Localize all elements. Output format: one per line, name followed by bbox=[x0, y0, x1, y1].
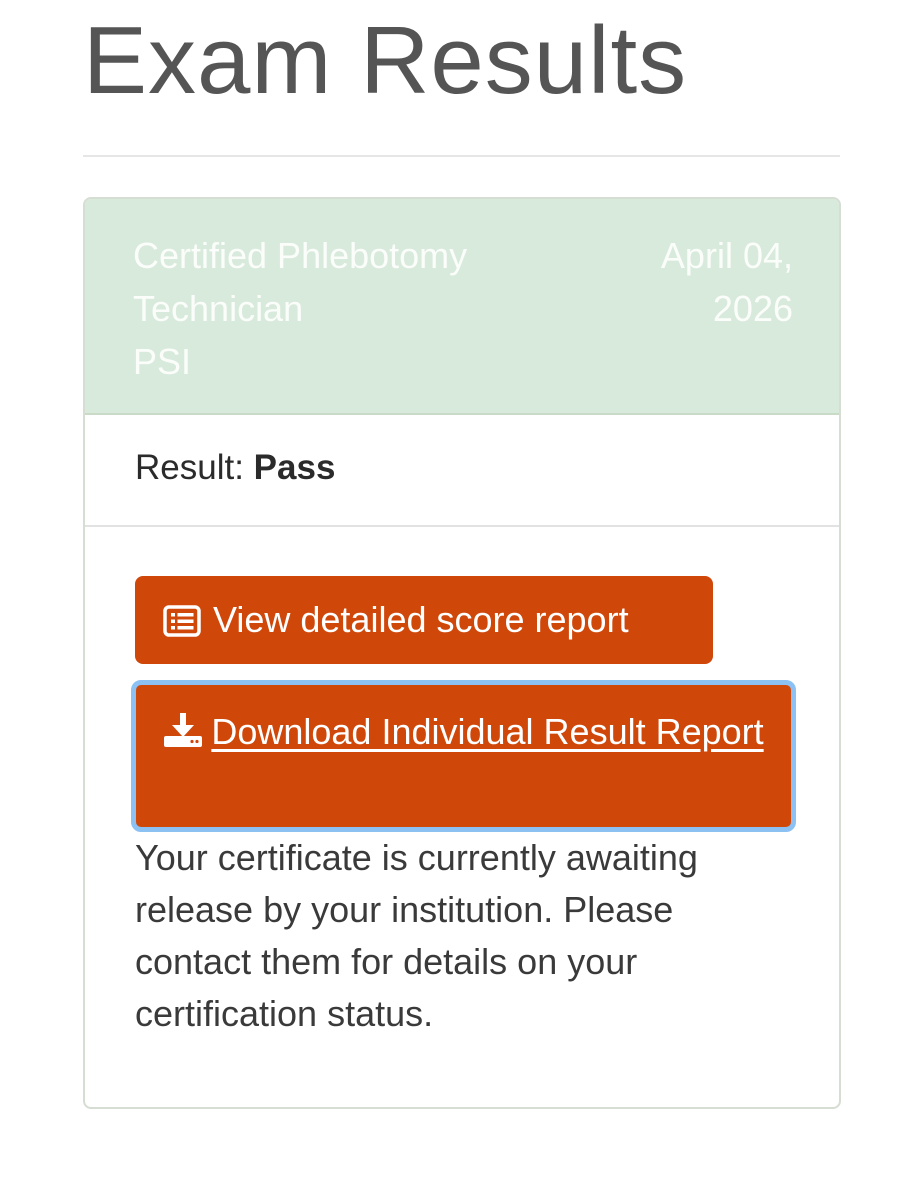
download-result-report-button[interactable]: Download Individual Result Report bbox=[131, 680, 796, 832]
certificate-status-message: Your certificate is currently awaiting r… bbox=[135, 837, 698, 1034]
result-row: Result: Pass bbox=[85, 415, 839, 527]
exam-provider: PSI bbox=[133, 341, 192, 382]
download-icon bbox=[163, 707, 203, 747]
title-divider bbox=[83, 155, 840, 157]
result-label: Result: bbox=[135, 448, 244, 487]
exam-results-page: Exam Results Certified Phlebotomy Techni… bbox=[0, 0, 923, 1200]
view-score-report-button[interactable]: View detailed score report bbox=[135, 576, 713, 664]
exam-name: Certified Phlebotomy Technician bbox=[133, 235, 468, 329]
list-alt-icon bbox=[163, 604, 201, 637]
result-text: Result: Pass bbox=[135, 448, 335, 488]
page-title: Exam Results bbox=[83, 7, 688, 114]
view-score-report-label: View detailed score report bbox=[213, 599, 629, 640]
download-result-report-link[interactable]: Download Individual Result Report bbox=[163, 711, 764, 752]
exam-date: April 04, 2026 bbox=[660, 235, 793, 329]
download-result-report-label: Download Individual Result Report bbox=[211, 711, 764, 752]
card-header: Certified Phlebotomy Technician PSI Apri… bbox=[85, 199, 839, 415]
exam-result-card: Certified Phlebotomy Technician PSI Apri… bbox=[83, 197, 841, 1109]
result-value: Pass bbox=[253, 448, 336, 487]
